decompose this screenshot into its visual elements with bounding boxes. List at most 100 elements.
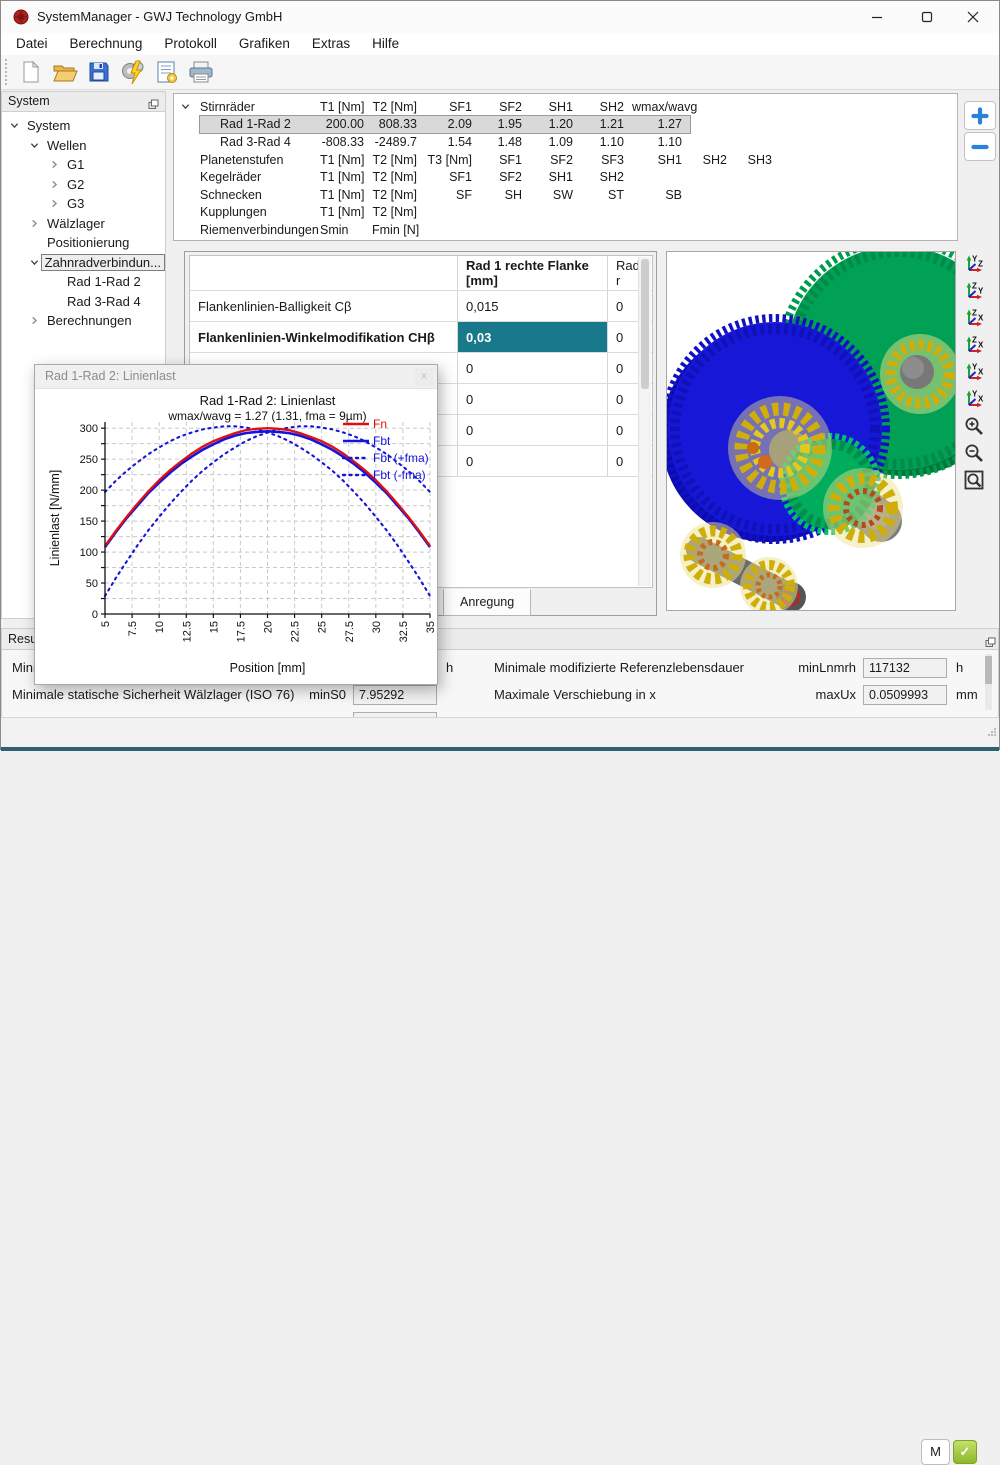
view-zx-icon[interactable]: ZX [961,332,987,357]
overview-row-label: Rad 1-Rad 2 [200,117,320,131]
overview-cell: SH1 [530,100,581,114]
overview-row-5[interactable]: SchneckenT1 [Nm]T2 [Nm]SFSHSWSTSB [174,186,957,204]
tree-item-wellen[interactable]: Wellen [2,136,165,156]
overview-row-0[interactable]: StirnräderT1 [Nm]T2 [Nm]SF1SF2SH1SH2wmax… [174,98,957,116]
zoom-in-icon[interactable] [961,413,987,438]
result-symbol: minLnmrh [798,660,856,675]
mod-cell-r3-c1[interactable]: 0 [457,384,607,414]
tab-anregung[interactable]: Anregung [443,589,531,616]
zoom-fit-icon[interactable] [961,467,987,492]
gear-3d-view[interactable] [666,251,956,611]
mod-row-0: Flankenlinien-Balligkeit Cβ0,0150 [190,291,652,322]
minimize-button[interactable] [854,1,899,33]
tree-item-rad-1-rad-2[interactable]: Rad 1-Rad 2 [2,272,165,292]
tree-toggle-icon[interactable] [50,180,67,189]
tree-item-system[interactable]: System [2,116,165,136]
mod-cell-r4-c1[interactable]: 0 [457,415,607,445]
menu-hilfe[interactable]: Hilfe [361,33,410,55]
overview-cell: 1.09 [530,135,581,149]
toolbar-drag-handle[interactable] [5,59,11,85]
status-check-icon[interactable]: ✓ [953,1440,977,1464]
tree-item-rad-3-rad-4[interactable]: Rad 3-Rad 4 [2,292,165,312]
tree-item-positionierung[interactable]: Positionierung [2,233,165,253]
mod-row-1: Flankenlinien-Winkelmodifikation CHβ0,03… [190,322,652,353]
mod-scrollbar-thumb[interactable] [641,259,649,389]
tree-item-g1[interactable]: G1 [2,155,165,175]
menu-protokoll[interactable]: Protokoll [153,33,228,55]
tree-item-g2[interactable]: G2 [2,175,165,195]
mod-cell-r5-c1[interactable]: 0 [457,446,607,476]
chevron-down-icon [30,141,39,150]
mod-table-scrollbar[interactable] [638,257,651,586]
maximize-button[interactable] [904,1,949,33]
view-yx-icon[interactable]: YX [961,359,987,384]
report-icon[interactable] [153,58,181,86]
save-file-icon[interactable] [85,58,113,86]
remove-button[interactable] [964,132,996,161]
m-button[interactable]: M [921,1439,950,1465]
menu-datei[interactable]: Datei [5,33,59,55]
svg-text:0: 0 [92,609,98,621]
result-row-right-0: Minimale modifizierte Referenzlebensdaue… [494,654,982,681]
result-value-field: 0.0509993 [863,685,947,705]
mod-header-col2[interactable]: Rad 1 rechte Flanke [mm] [457,256,607,290]
overview-cell: SH2 [690,153,735,167]
new-file-icon[interactable] [17,58,45,86]
overview-cell: T1 [Nm] [320,188,372,202]
chart-window-titlebar[interactable]: Rad 1-Rad 2: Linienlast x [35,365,437,389]
menu-berechnung[interactable]: Berechnung [59,33,154,55]
chart-window-close-icon[interactable]: x [414,368,434,386]
tree-item-w-lzlager[interactable]: Wälzlager [2,214,165,234]
tree-toggle-icon[interactable] [50,199,67,208]
tree-item-zahnradverbindun-[interactable]: Zahnradverbindun... [2,253,165,273]
menu-extras[interactable]: Extras [301,33,361,55]
view-zx-icon[interactable]: ZX [961,305,987,330]
tree-toggle-icon[interactable] [50,160,67,169]
svg-text:50: 50 [86,578,98,590]
overview-toggle-icon[interactable] [174,102,200,111]
print-icon[interactable] [187,58,215,86]
mod-cell-r2-c1[interactable]: 0 [457,353,607,383]
overview-row-4[interactable]: KegelräderT1 [Nm]T2 [Nm]SF1SF2SH1SH2 [174,168,957,186]
overview-cell: 1.48 [480,135,530,149]
overview-cell: Smin [320,223,372,237]
overview-cell: Fmin [N] [372,223,425,237]
result-unit: mm [947,687,982,702]
view-zy-icon[interactable]: ZY [961,278,987,303]
overview-cell: 1.21 [581,117,632,131]
overview-row-6[interactable]: KupplungenT1 [Nm]T2 [Nm] [174,204,957,222]
overview-cell: -808.33 [320,135,372,149]
overview-row-1[interactable]: Rad 1-Rad 2200.00808.332.091.951.201.211… [174,116,957,134]
overview-cell: 1.20 [530,117,581,131]
tree-toggle-icon[interactable] [30,258,41,267]
tree-item-g3[interactable]: G3 [2,194,165,214]
resize-grip-icon[interactable] [987,724,997,742]
mod-cell-r1-c1[interactable]: 0,03 [457,322,607,352]
view-yz-icon[interactable]: YZ [961,251,987,276]
view-yx-icon[interactable]: YX [961,386,987,411]
tree-toggle-icon[interactable] [30,316,47,325]
overview-cell: T2 [Nm] [372,205,425,219]
open-file-icon[interactable] [51,58,79,86]
overview-row-body: PlanetenstufenT1 [Nm]T2 [Nm]T3 [Nm]SF1SF… [200,151,780,169]
add-button[interactable] [964,101,996,130]
zoom-out-icon[interactable] [961,440,987,465]
close-button[interactable] [950,1,995,33]
tree-toggle-icon[interactable] [10,121,27,130]
tree-item-label: Wälzlager [47,216,105,231]
overview-row-3[interactable]: PlanetenstufenT1 [Nm]T2 [Nm]T3 [Nm]SF1SF… [174,151,957,169]
results-scrollbar[interactable] [985,654,992,710]
svg-text:Fbt: Fbt [373,434,391,448]
overview-row-7[interactable]: RiemenverbindungenSminFmin [N] [174,221,957,239]
svg-text:Z: Z [978,259,983,268]
calculate-icon[interactable] [119,58,147,86]
mod-cell-r0-c1[interactable]: 0,015 [457,291,607,321]
menu-grafiken[interactable]: Grafiken [228,33,301,55]
tree-toggle-icon[interactable] [30,219,47,228]
bearing-blue-hub [728,396,832,500]
results-scrollbar-thumb[interactable] [985,656,992,684]
linienlast-chart-window[interactable]: Rad 1-Rad 2: Linienlast x Rad 1-Rad 2: L… [34,364,438,685]
tree-item-berechnungen[interactable]: Berechnungen [2,311,165,331]
tree-toggle-icon[interactable] [30,141,47,150]
overview-row-2[interactable]: Rad 3-Rad 4-808.33-2489.71.541.481.091.1… [174,133,957,151]
